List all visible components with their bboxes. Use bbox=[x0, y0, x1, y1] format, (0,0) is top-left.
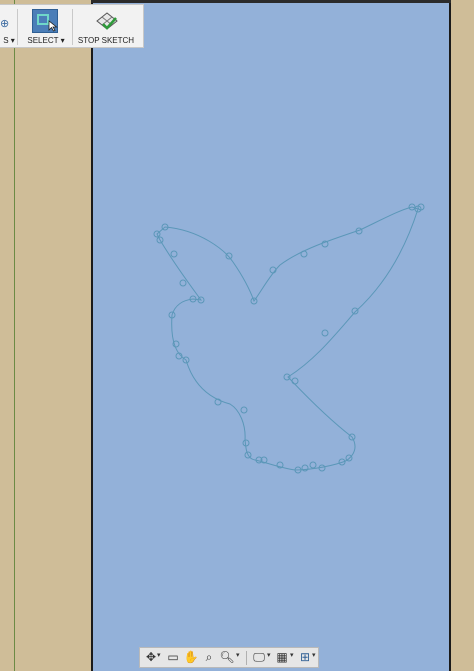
sketch-spline[interactable] bbox=[156, 206, 419, 471]
zoom-window-icon[interactable]: ⌕ bbox=[200, 650, 218, 665]
pan-icon[interactable]: ✋ bbox=[182, 650, 200, 665]
look-at-icon[interactable]: ▭ bbox=[164, 650, 182, 665]
bird-sketch[interactable] bbox=[0, 0, 474, 671]
zoom-dropdown-icon[interactable]: ▾ bbox=[236, 651, 240, 659]
display-dropdown-icon[interactable]: ▾ bbox=[267, 651, 271, 659]
previous-tool-button[interactable]: ⊕ S ▾ bbox=[0, 7, 18, 47]
globe-icon: ⊕ bbox=[0, 18, 10, 30]
display-settings-icon[interactable]: 🖵︎ bbox=[250, 650, 268, 665]
grid-icon[interactable]: ▦ bbox=[273, 650, 291, 665]
viewports-dropdown-icon[interactable]: ▾ bbox=[312, 651, 316, 659]
sketch-points[interactable] bbox=[153, 203, 425, 474]
stop-sketch-label: STOP SKETCH bbox=[77, 36, 135, 45]
navigation-bar: ✥ ▾ ▭ ✋ ⌕ 🔍︎ ▾ 🖵︎ ▾ ▦ ▾ ⊞ ▾ bbox=[139, 647, 319, 668]
previous-tool-label: S ▾ bbox=[3, 36, 15, 45]
toolbar-divider bbox=[72, 9, 73, 45]
select-button[interactable]: SELECT ▾ bbox=[22, 7, 70, 47]
orbit-dropdown-icon[interactable]: ▾ bbox=[157, 651, 161, 659]
zoom-icon[interactable]: 🔍︎ bbox=[218, 650, 236, 665]
sketch-toolbar: ⊕ S ▾ SELECT ▾ STOP SKETCH bbox=[0, 4, 144, 48]
select-label: SELECT ▾ bbox=[27, 36, 65, 45]
cursor-icon bbox=[48, 20, 58, 32]
navbar-divider bbox=[246, 651, 247, 665]
stop-sketch-button[interactable]: STOP SKETCH bbox=[74, 7, 138, 47]
select-icon bbox=[32, 9, 58, 33]
stop-sketch-icon bbox=[96, 12, 118, 30]
toolbar-divider bbox=[17, 9, 18, 45]
grid-dropdown-icon[interactable]: ▾ bbox=[290, 651, 294, 659]
